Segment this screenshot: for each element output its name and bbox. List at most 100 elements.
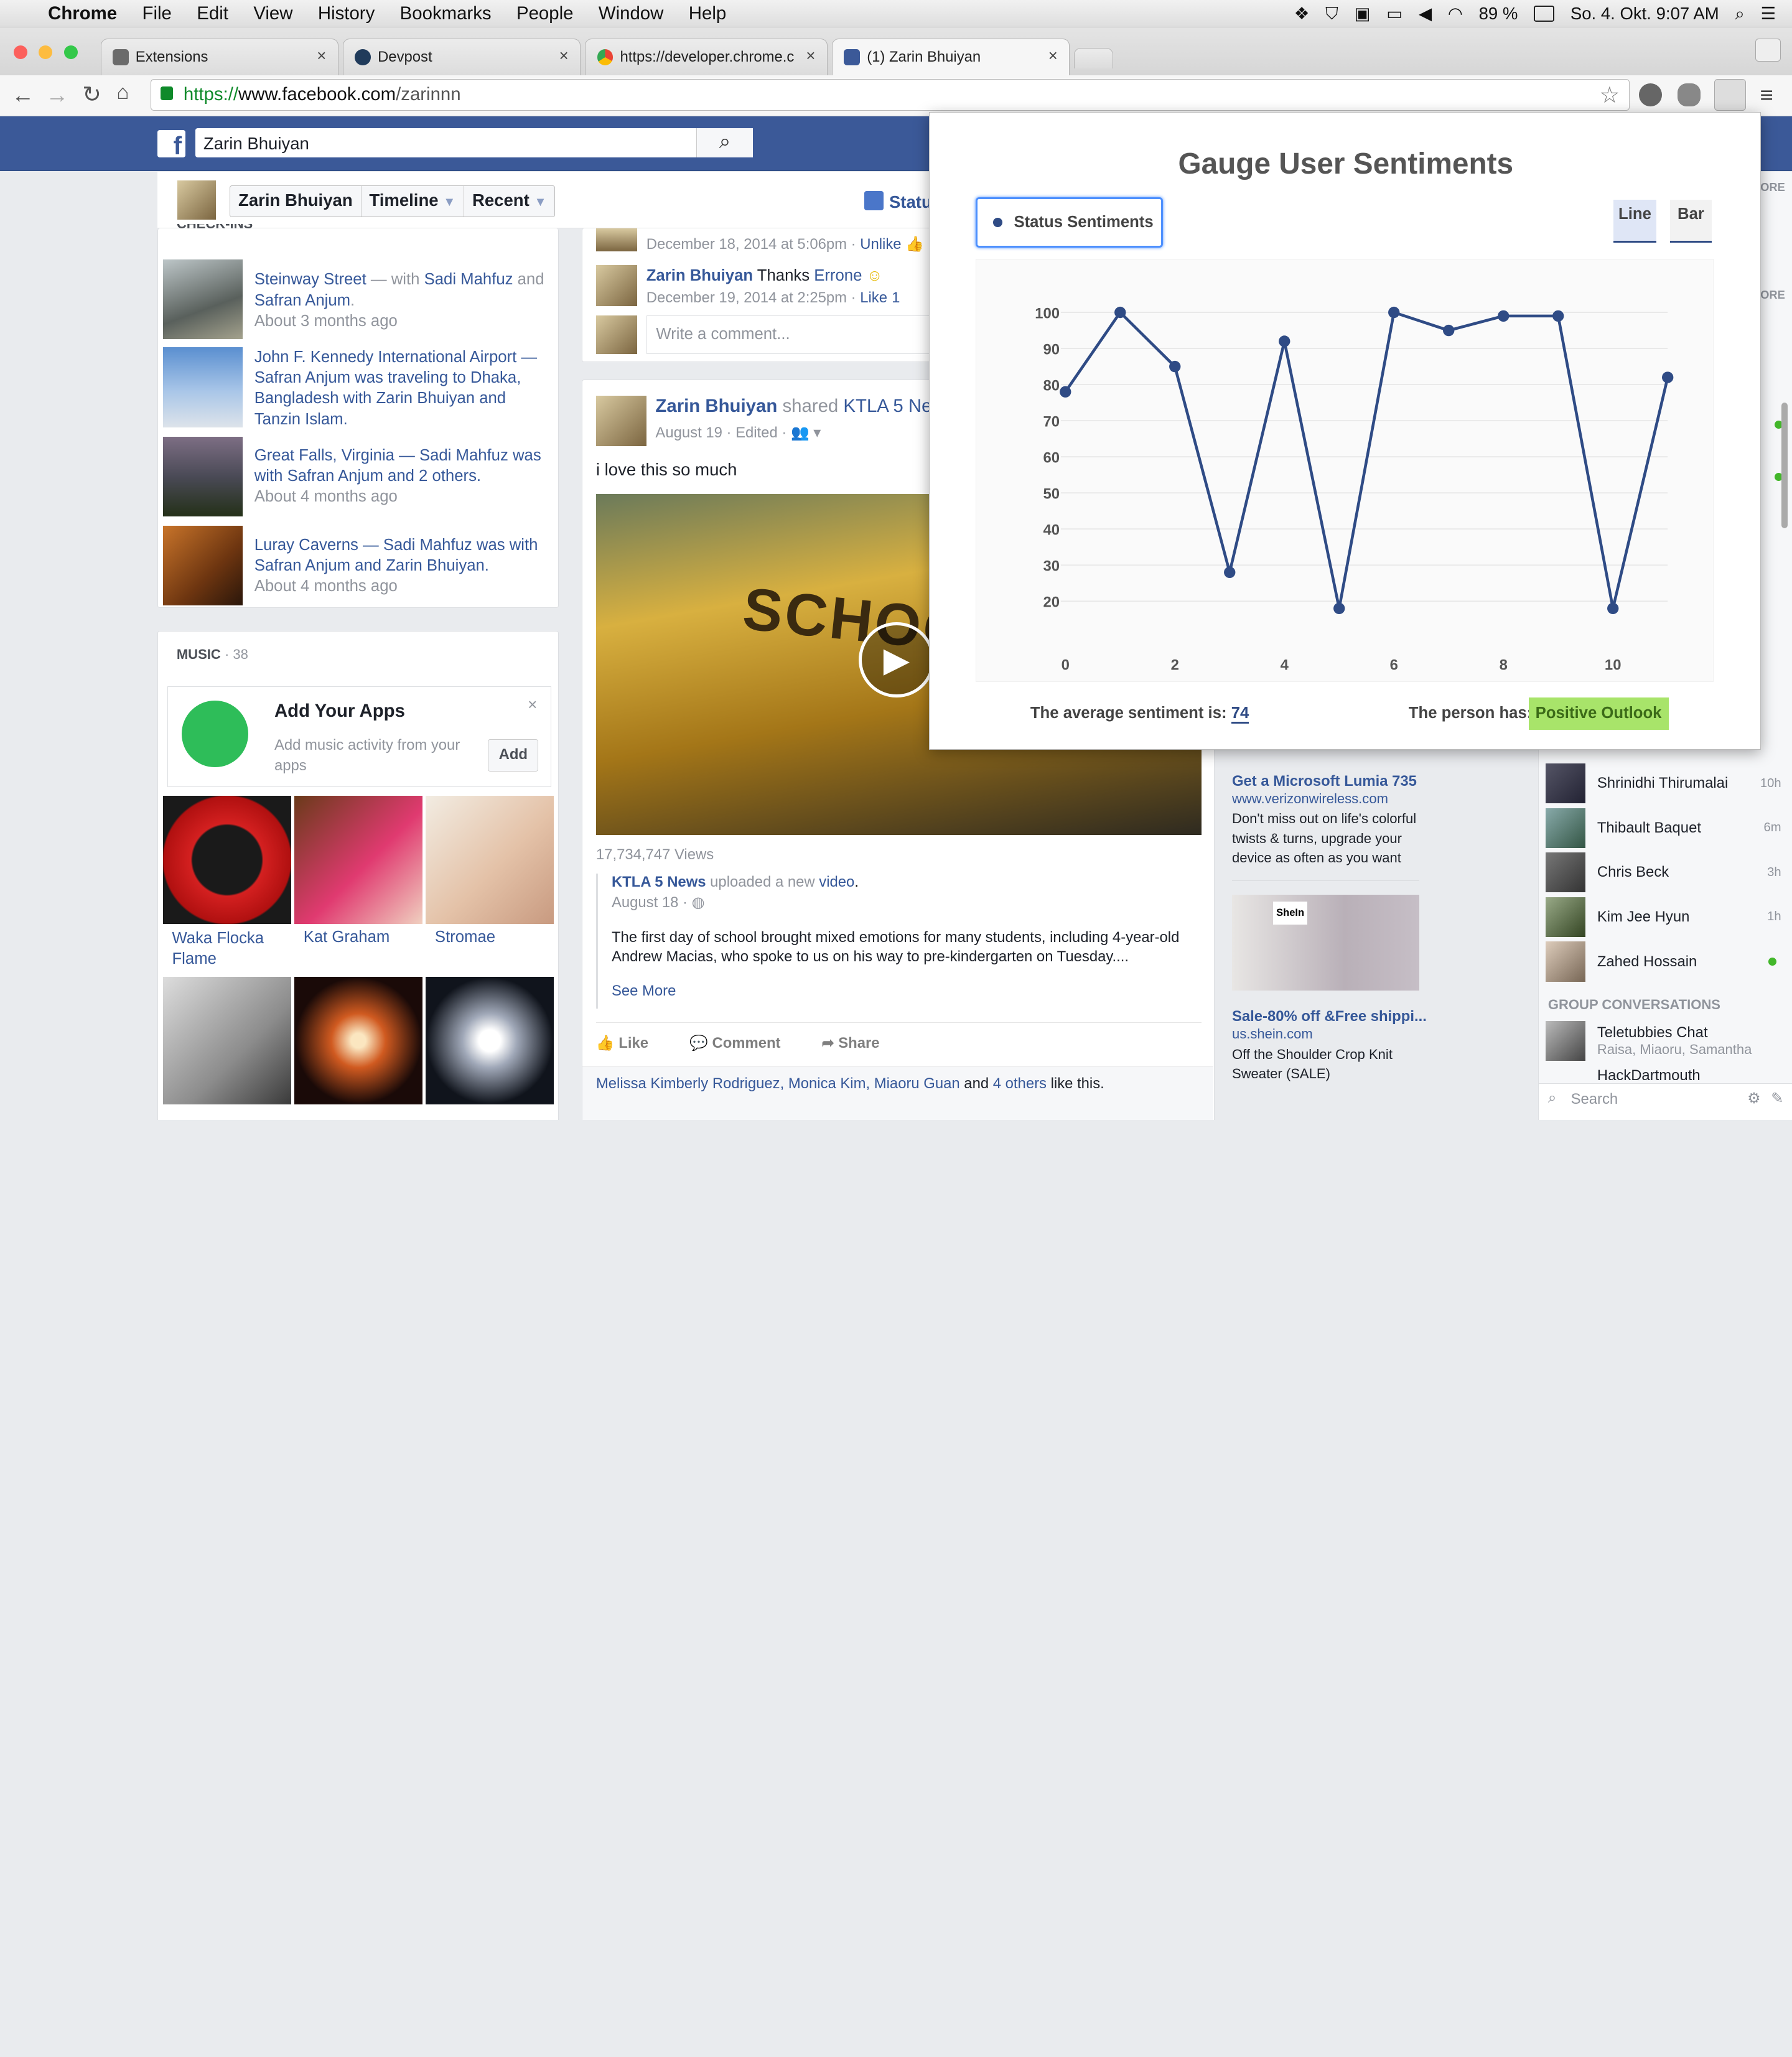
checkin-text[interactable]: Luray Caverns — Sadi Mahfuz was with Saf…	[254, 536, 538, 574]
ad-url[interactable]: us.shein.com	[1232, 1026, 1313, 1042]
chat-contact[interactable]: Zahed Hossain	[1546, 940, 1792, 984]
menu-icon[interactable]: ≡	[1760, 82, 1773, 108]
artist-name[interactable]: Stromae	[435, 928, 495, 946]
forward-icon[interactable]: →	[45, 82, 68, 108]
compose-icon[interactable]: ✎	[1771, 1089, 1783, 1108]
menu-bookmarks[interactable]: Bookmarks	[400, 3, 492, 24]
avatar[interactable]	[595, 228, 638, 252]
like-link[interactable]: Like	[860, 289, 887, 306]
ublock-icon[interactable]	[1638, 83, 1662, 106]
checkin-photo[interactable]	[162, 259, 243, 340]
sentiment-extension-icon[interactable]	[1714, 78, 1747, 111]
menu-window[interactable]: Window	[599, 3, 663, 24]
avatar[interactable]	[595, 315, 638, 355]
audience-icon[interactable]: 👥 ▾	[791, 424, 821, 441]
airplay-icon[interactable]: ▭	[1386, 4, 1402, 24]
chat-contact[interactable]: Chris Beck 3h	[1546, 850, 1792, 895]
artist-photo[interactable]	[426, 976, 554, 1105]
tab-devpost[interactable]: Devpost ×	[343, 39, 581, 76]
dropbox-icon[interactable]: ❖	[1294, 4, 1310, 24]
mention-link[interactable]: Errone	[814, 267, 862, 284]
unlike-link[interactable]: Unlike	[860, 236, 901, 253]
volume-icon[interactable]: ◀	[1419, 4, 1432, 24]
back-icon[interactable]: ←	[11, 82, 34, 108]
group-name[interactable]: HackDartmouth	[1597, 1067, 1701, 1083]
menu-app[interactable]: Chrome	[48, 3, 117, 24]
close-tab-icon[interactable]: ×	[559, 47, 569, 65]
artist-photo[interactable]	[294, 796, 422, 925]
chat-contact[interactable]: Shrinidhi Thirumalai 10h	[1546, 761, 1792, 806]
close-window-icon[interactable]	[14, 45, 28, 60]
add-button[interactable]: Add	[488, 739, 539, 772]
play-icon[interactable]: ▶	[859, 622, 935, 698]
more-label[interactable]: ORE	[1760, 288, 1785, 302]
video-link[interactable]: video	[819, 874, 854, 890]
artist-photo[interactable]	[426, 796, 554, 925]
nav-timeline[interactable]: Timeline ▼	[362, 185, 465, 217]
artist-photo[interactable]	[294, 976, 422, 1105]
friend-link[interactable]: Sadi Mahfuz	[424, 271, 513, 288]
clock[interactable]: So. 4. Okt. 9:07 AM	[1570, 4, 1719, 24]
battery-icon[interactable]	[1534, 6, 1555, 22]
likers-link[interactable]: Melissa Kimberly Rodriguez, Monica Kim, …	[596, 1075, 960, 1092]
others-link[interactable]: 4 others	[993, 1075, 1047, 1092]
avatar[interactable]	[177, 180, 217, 220]
close-icon[interactable]: ×	[528, 696, 537, 714]
checkin-photo[interactable]	[162, 347, 243, 427]
commenter-name[interactable]: Zarin Bhuiyan	[646, 267, 753, 284]
close-tab-icon[interactable]: ×	[317, 47, 326, 65]
search-icon[interactable]: ⌕	[696, 128, 754, 158]
checkin-item[interactable]: John F. Kennedy International Airport — …	[254, 347, 547, 429]
artist-name[interactable]: Waka Flocka Flame	[172, 928, 286, 969]
ad-title[interactable]: Sale-80% off &Free shippi...	[1232, 1008, 1427, 1025]
profile-icon[interactable]	[1755, 39, 1781, 62]
ad-image[interactable]: SheIn	[1231, 895, 1420, 991]
menu-history[interactable]: History	[318, 3, 375, 24]
menu-people[interactable]: People	[516, 3, 573, 24]
nav-name[interactable]: Zarin Bhuiyan	[230, 185, 362, 217]
see-more-link[interactable]: See More	[612, 982, 1202, 1000]
poster-name[interactable]: Zarin Bhuiyan	[655, 396, 777, 416]
zoom-window-icon[interactable]	[63, 45, 78, 60]
reload-icon[interactable]: ↻	[82, 81, 101, 108]
close-tab-icon[interactable]: ×	[1048, 47, 1058, 65]
facebook-logo-icon[interactable]: f	[157, 130, 185, 160]
nav-recent[interactable]: Recent ▼	[464, 186, 554, 217]
artist-photo[interactable]	[162, 976, 291, 1105]
group-conversation[interactable]: Teletubbies Chat Raisa, Miaoru, Samantha	[1546, 1019, 1786, 1063]
friend-link[interactable]: Safran Anjum	[254, 292, 350, 309]
home-icon[interactable]: ⌂	[116, 81, 129, 105]
scrollbar[interactable]	[1781, 402, 1788, 528]
share-button[interactable]: ➦ Share	[822, 1034, 880, 1052]
menu-edit[interactable]: Edit	[197, 3, 228, 24]
menu-help[interactable]: Help	[689, 3, 726, 24]
close-tab-icon[interactable]: ×	[806, 47, 815, 65]
new-tab-button[interactable]	[1074, 48, 1113, 69]
checkin-text[interactable]: Great Falls, Virginia — Sadi Mahfuz was …	[254, 447, 541, 485]
address-bar[interactable]: https://www.facebook.com/zarinnn ☆	[151, 78, 1630, 111]
more-label[interactable]: ORE	[1760, 180, 1785, 194]
bar-chart-button[interactable]: Bar	[1670, 199, 1712, 243]
avatar[interactable]	[595, 265, 638, 307]
chat-search-input[interactable]: ⌕ Search ⚙ ✎	[1539, 1083, 1792, 1120]
like-button[interactable]: 👍 Like	[596, 1034, 648, 1052]
menu-file[interactable]: File	[142, 3, 172, 24]
place-link[interactable]: Steinway Street	[254, 271, 366, 288]
facebook-search-input[interactable]: Zarin Bhuiyan ⌕	[195, 128, 754, 158]
ad-url[interactable]: www.verizonwireless.com	[1232, 791, 1388, 807]
minimize-window-icon[interactable]	[39, 45, 53, 60]
checkin-photo[interactable]	[162, 525, 243, 606]
spotlight-icon[interactable]: ⌕	[1735, 4, 1744, 24]
ad-title[interactable]: Get a Microsoft Lumia 735	[1232, 773, 1417, 790]
shield-icon[interactable]: ⛉	[1325, 4, 1338, 24]
source-name[interactable]: KTLA 5 News	[612, 874, 706, 890]
avatar[interactable]	[595, 396, 646, 447]
menu-view[interactable]: View	[253, 3, 292, 24]
wifi-icon[interactable]: ◠	[1448, 4, 1463, 24]
artist-photo[interactable]	[162, 796, 291, 925]
legend-toggle[interactable]: Status Sentiments	[975, 197, 1163, 248]
comment-button[interactable]: 💬 Comment	[689, 1034, 780, 1052]
chat-contact[interactable]: Kim Jee Hyun 1h	[1546, 895, 1792, 940]
tab-developer-chrome[interactable]: https://developer.chrome.c ×	[585, 39, 828, 76]
tab-facebook[interactable]: (1) Zarin Bhuiyan ×	[832, 39, 1070, 76]
